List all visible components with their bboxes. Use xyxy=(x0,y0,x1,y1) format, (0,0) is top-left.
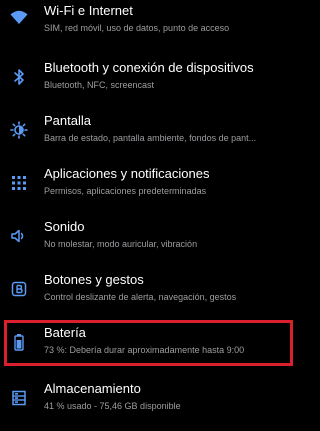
settings-item-title: Botones y gestos xyxy=(44,272,144,287)
battery-icon xyxy=(10,333,28,351)
settings-item-storage[interactable]: Almacenamiento 41 % usado - 75,46 GB dis… xyxy=(0,376,298,429)
storage-icon xyxy=(10,389,28,407)
settings-item-subtitle: Permisos, aplicaciones predeterminadas xyxy=(44,186,207,196)
settings-item-subtitle: 41 % usado - 75,46 GB disponible xyxy=(44,401,181,411)
wifi-icon xyxy=(10,8,28,26)
settings-item-sound[interactable]: Sonido No molestar, modo auricular, vibr… xyxy=(0,214,298,267)
apps-grid-icon xyxy=(10,174,28,192)
settings-item-subtitle: Control deslizante de alerta, navegación… xyxy=(44,292,237,302)
bluetooth-icon xyxy=(10,68,28,86)
settings-list: Wi-Fi e Internet SIM, red móvil, uso de … xyxy=(0,0,298,431)
settings-item-title: Sonido xyxy=(44,219,85,234)
settings-item-title: Aplicaciones y notificaciones xyxy=(44,166,210,181)
settings-item-bluetooth[interactable]: Bluetooth y conexión de dispositivos Blu… xyxy=(0,55,298,108)
settings-item-subtitle: SIM, red móvil, uso de datos, punto de a… xyxy=(44,23,230,33)
settings-item-wifi[interactable]: Wi-Fi e Internet SIM, red móvil, uso de … xyxy=(0,0,298,51)
settings-item-title: Almacenamiento xyxy=(44,381,141,396)
brightness-icon xyxy=(10,121,28,139)
settings-item-subtitle: Barra de estado, pantalla ambiente, fond… xyxy=(44,133,257,143)
settings-item-subtitle: 73 %: Debería durar aproximadamente hast… xyxy=(44,345,245,355)
button-b-icon xyxy=(10,280,28,298)
speaker-icon xyxy=(10,227,28,245)
settings-item-subtitle: No molestar, modo auricular, vibración xyxy=(44,239,198,249)
settings-item-display[interactable]: Pantalla Barra de estado, pantalla ambie… xyxy=(0,108,298,161)
settings-item-title: Wi-Fi e Internet xyxy=(44,3,133,18)
settings-item-subtitle: Bluetooth, NFC, screencast xyxy=(44,80,155,90)
settings-item-apps[interactable]: Aplicaciones y notificaciones Permisos, … xyxy=(0,161,298,214)
settings-item-battery[interactable]: Batería 73 %: Debería durar aproximadame… xyxy=(0,320,298,373)
settings-item-title: Bluetooth y conexión de dispositivos xyxy=(44,60,254,75)
settings-item-title: Pantalla xyxy=(44,113,91,128)
settings-item-buttons-gestures[interactable]: Botones y gestos Control deslizante de a… xyxy=(0,267,298,320)
settings-item-title: Batería xyxy=(44,325,86,340)
